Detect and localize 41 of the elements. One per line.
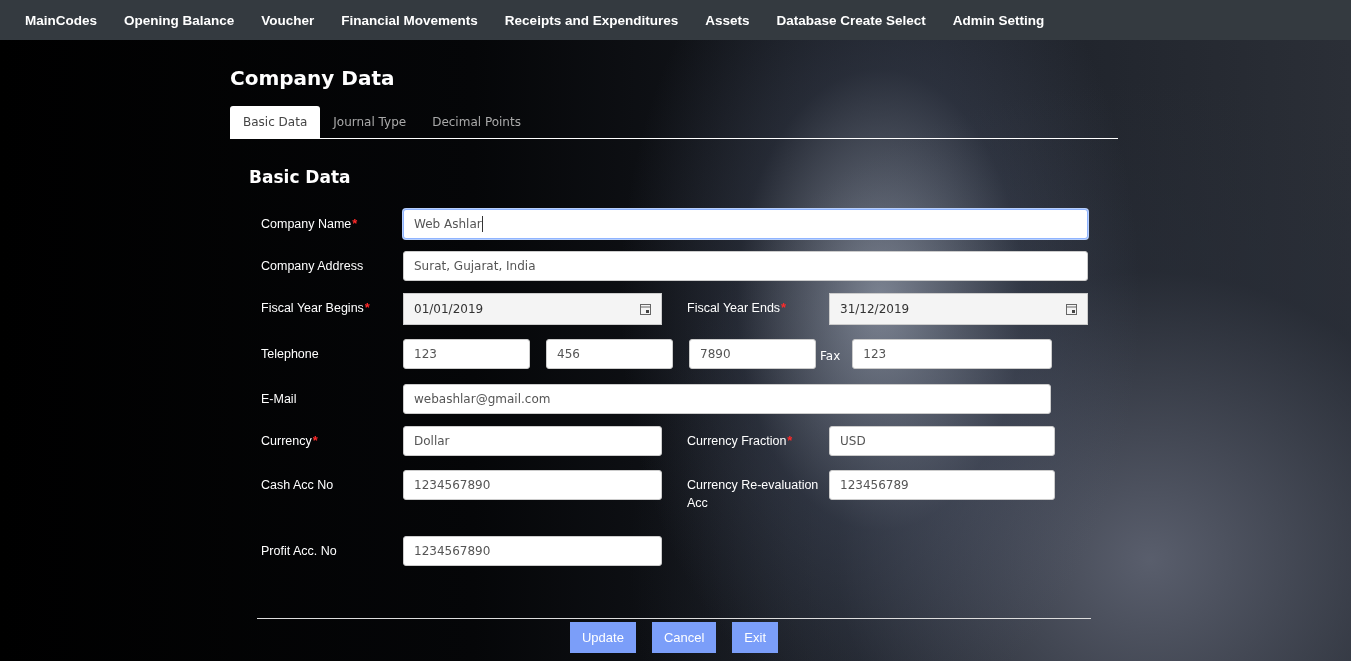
page-title: Company Data [230, 66, 396, 90]
calendar-icon[interactable] [1066, 303, 1077, 315]
field-label: Company Address [261, 258, 365, 275]
fax-label: Fax [819, 348, 842, 363]
field-label: Currency Re-evaluation Acc [687, 477, 820, 512]
tab[interactable]: Basic Data [230, 106, 321, 138]
input-field[interactable]: Web Ashlar [403, 209, 1088, 239]
input-field[interactable]: 123 [403, 339, 530, 369]
input-field[interactable]: 7890 [689, 339, 816, 369]
nav-link[interactable]: Admin Setting [952, 12, 1045, 28]
field-label: Fiscal Year Begins* [261, 299, 371, 317]
tab[interactable]: Decimal Points [419, 106, 534, 138]
date-field[interactable]: 01/01/2019 [403, 293, 662, 325]
nav-link[interactable]: Financial Movements [341, 12, 478, 28]
input-field[interactable]: 123456789 [829, 470, 1055, 500]
nav-link[interactable]: Receipts and Expenditures [504, 12, 679, 28]
input-field[interactable]: Surat, Gujarat, India [403, 251, 1088, 281]
tab[interactable]: Journal Type [320, 106, 420, 138]
calendar-icon[interactable] [640, 303, 651, 315]
nav-link[interactable]: Voucher [261, 12, 315, 28]
field-label: Fiscal Year Ends* [687, 299, 788, 317]
nav-link[interactable]: Assets [705, 12, 750, 28]
field-label: Currency Fraction* [687, 432, 794, 450]
input-field[interactable]: Dollar [403, 426, 662, 456]
input-field[interactable]: 1234567890 [403, 536, 662, 566]
field-label: E-Mail [261, 391, 298, 408]
nav-link[interactable]: Database Create Select [776, 12, 926, 28]
nav-link[interactable]: Opening Balance [124, 12, 235, 28]
input-field[interactable]: 1234567890 [403, 470, 662, 500]
date-field[interactable]: 31/12/2019 [829, 293, 1088, 325]
field-label: Company Name* [261, 215, 359, 233]
input-field[interactable]: USD [829, 426, 1055, 456]
nav-link[interactable]: MainCodes [25, 12, 97, 28]
input-field[interactable]: 123 [852, 339, 1053, 369]
section-title: Basic Data [249, 167, 352, 187]
field-label: Cash Acc No [261, 477, 335, 494]
field-label: Profit Acc. No [261, 543, 338, 560]
field-label: Currency* [261, 432, 319, 450]
field-label: Telephone [261, 346, 320, 363]
input-field[interactable]: 456 [546, 339, 673, 369]
input-field[interactable]: webashlar@gmail.com [403, 384, 1051, 414]
